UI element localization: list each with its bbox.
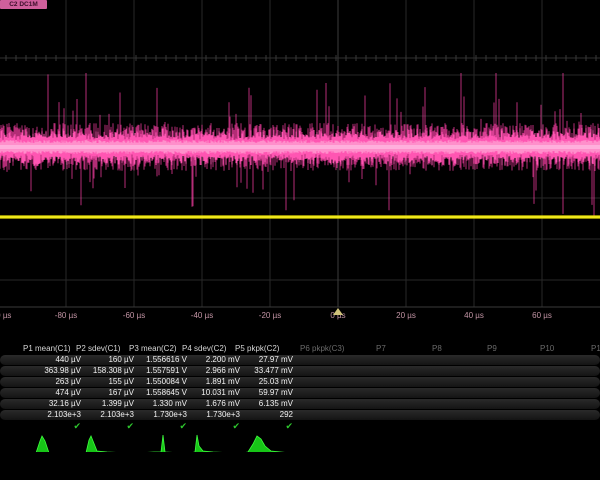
measurement-value: 1.730e+3 — [134, 410, 187, 420]
oscilloscope-screen: C2 DC1M -100 µs-80 µs-60 µs-40 µs-20 µs0… — [0, 0, 600, 480]
measurement-column-header-inactive[interactable]: P9 — [487, 344, 497, 354]
measurement-column-header[interactable]: P3 mean(C2) — [129, 344, 177, 354]
measurement-value: 1.556616 V — [134, 355, 187, 365]
measurement-column-header-inactive[interactable]: P10 — [540, 344, 554, 354]
measurement-value: 6.135 mV — [240, 399, 293, 409]
measurement-column-header-inactive[interactable]: P8 — [432, 344, 442, 354]
measurement-value: 263 µV — [28, 377, 81, 387]
measurement-value: 10.031 mV — [187, 388, 240, 398]
measurement-value: 25.03 mV — [240, 377, 293, 387]
time-axis-label: -100 µs — [0, 311, 11, 320]
measurement-value: 33.477 mV — [240, 366, 293, 376]
time-axis-label: 20 µs — [396, 311, 416, 320]
measurement-column-header-inactive[interactable]: P6 pkpk(C3) — [300, 344, 344, 354]
measurement-value: 32.16 µV — [28, 399, 81, 409]
measurement-value: 1.550084 V — [134, 377, 187, 387]
status-check-icon: ✔ — [134, 421, 187, 431]
measurement-column-header-inactive[interactable]: P7 — [376, 344, 386, 354]
measurement-value: 292 — [240, 410, 293, 420]
waveform-plot[interactable] — [0, 0, 600, 310]
measurement-value: 59.97 mV — [240, 388, 293, 398]
measurement-value: 1.557591 V — [134, 366, 187, 376]
time-axis-label: -80 µs — [55, 311, 77, 320]
measurement-value: 1.399 µV — [81, 399, 134, 409]
measurement-column-header[interactable]: P1 mean(C1) — [23, 344, 71, 354]
measurement-column-header[interactable]: P2 sdev(C1) — [76, 344, 120, 354]
measurement-value: 167 µV — [81, 388, 134, 398]
measurement-column-header-inactive[interactable]: P11 — [591, 344, 600, 354]
measurement-value: 1.891 mV — [187, 377, 240, 387]
measurement-value: 363.98 µV — [28, 366, 81, 376]
measurement-value: 158.308 µV — [81, 366, 134, 376]
measurement-value: 27.97 mV — [240, 355, 293, 365]
status-bar: C1 DC1M 10.0 mV C2 ESP DC1M 10.0 mV + HD… — [0, 452, 600, 480]
time-axis-label: -20 µs — [259, 311, 281, 320]
measurement-value: 440 µV — [28, 355, 81, 365]
time-axis-label: 40 µs — [464, 311, 484, 320]
status-check-icon: ✔ — [240, 421, 293, 431]
top-left-badge: C2 DC1M — [0, 0, 47, 9]
time-axis-label: -40 µs — [191, 311, 213, 320]
measurement-value: 160 µV — [81, 355, 134, 365]
measurement-value: 1.730e+3 — [187, 410, 240, 420]
trigger-position-marker[interactable] — [333, 308, 343, 315]
status-check-icon: ✔ — [28, 421, 81, 431]
measurement-value: 1.676 mV — [187, 399, 240, 409]
measurement-value: 474 µV — [28, 388, 81, 398]
measurement-value: 2.200 mV — [187, 355, 240, 365]
status-check-icon: ✔ — [187, 421, 240, 431]
time-axis-label: 60 µs — [532, 311, 552, 320]
measurement-value: 1.330 mV — [134, 399, 187, 409]
measurement-value: 1.558645 V — [134, 388, 187, 398]
measurement-column-header[interactable]: P5 pkpk(C2) — [235, 344, 279, 354]
measurement-value: 2.103e+3 — [28, 410, 81, 420]
measurement-value: 2.966 mV — [187, 366, 240, 376]
time-axis-label: -60 µs — [123, 311, 145, 320]
measurement-value: 2.103e+3 — [81, 410, 134, 420]
status-check-icon: ✔ — [81, 421, 134, 431]
measurement-column-header[interactable]: P4 sdev(C2) — [182, 344, 226, 354]
measurement-value: 155 µV — [81, 377, 134, 387]
